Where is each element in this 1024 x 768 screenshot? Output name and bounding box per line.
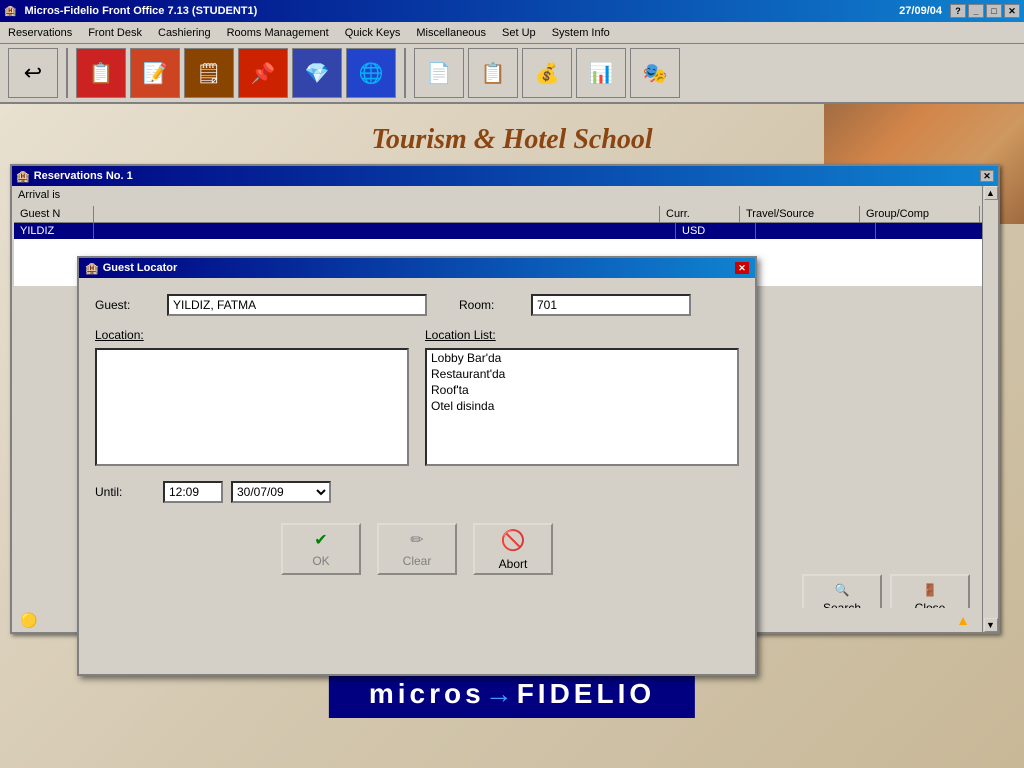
col-guest: Guest N xyxy=(14,206,94,222)
scroll-up-btn[interactable]: ▲ xyxy=(984,186,998,200)
guest-locator-content: Guest: Room: Location: Location List: xyxy=(79,278,755,591)
guest-input[interactable] xyxy=(167,294,427,316)
menu-system-info[interactable]: System Info xyxy=(548,25,614,41)
date-select[interactable]: 30/07/09 xyxy=(231,481,331,503)
toolbar-btn-back[interactable]: ↩ xyxy=(8,48,58,98)
cell-group xyxy=(876,223,996,239)
app-title: Micros-Fidelio Front Office 7.13 (STUDEN… xyxy=(24,5,257,17)
arrival-row: Arrival is xyxy=(12,186,998,204)
time-input[interactable] xyxy=(163,481,223,503)
clear-button[interactable]: ✏ Clear xyxy=(377,523,457,575)
until-label: Until: xyxy=(95,485,155,499)
guest-room-row: Guest: Room: xyxy=(95,294,739,316)
reservations-dialog-title: Reservations No. 1 xyxy=(34,170,133,182)
toolbar-btn-checkin[interactable]: 📝 xyxy=(130,48,180,98)
toolbar-btn-quickkeys[interactable]: 📌 xyxy=(238,48,288,98)
action-buttons: ✔ OK ✏ Clear 🚫 Abort xyxy=(95,523,739,575)
toolbar: ↩ 📋 📝 🗒 📌 💎 🌐 📄 📋 💰 📊 🎭 xyxy=(0,44,1024,104)
minimize-button[interactable]: _ xyxy=(968,4,984,18)
ok-label: OK xyxy=(312,554,329,568)
table-header: Guest N Curr. Travel/Source Group/Comp xyxy=(14,206,996,223)
location-col: Location: xyxy=(95,328,409,469)
toolbar-btn-checkout[interactable]: 🗒 xyxy=(184,48,234,98)
col-filler xyxy=(94,206,660,222)
app-icon: 🏨 xyxy=(4,6,16,17)
reservations-scrollbar[interactable]: ▲ ▼ xyxy=(982,186,998,632)
location-label: Location: xyxy=(95,328,409,342)
table-row[interactable]: YILDIZ USD xyxy=(14,223,996,239)
ok-button[interactable]: ✔ OK xyxy=(281,523,361,575)
toolbar-btn-misc[interactable]: 🎭 xyxy=(630,48,680,98)
menu-set-up[interactable]: Set Up xyxy=(498,25,540,41)
maximize-button[interactable]: □ xyxy=(986,4,1002,18)
toolbar-btn-cashier[interactable]: 💰 xyxy=(522,48,572,98)
app-date: 27/09/04 xyxy=(899,5,942,17)
arrival-label: Arrival is xyxy=(18,189,60,201)
menu-quick-keys[interactable]: Quick Keys xyxy=(341,25,405,41)
clear-label: Clear xyxy=(403,554,432,568)
guest-locator-close[interactable]: ✕ xyxy=(735,262,749,274)
cell-curr: USD xyxy=(676,223,756,239)
list-item-roof[interactable]: Roof'ta xyxy=(427,382,737,398)
menu-bar: Reservations Front Desk Cashiering Rooms… xyxy=(0,22,1024,44)
menu-cashiering[interactable]: Cashiering xyxy=(154,25,215,41)
toolbar-separator-1 xyxy=(66,48,68,98)
two-col-area: Location: Location List: Lobby Bar'da Re… xyxy=(95,328,739,469)
cell-guest: YILDIZ xyxy=(14,223,94,239)
location-list-label: Location List: xyxy=(425,328,739,342)
location-list-col: Location List: Lobby Bar'da Restaurant'd… xyxy=(425,328,739,469)
brand-text: micros→FIDELIO xyxy=(369,678,655,709)
toolbar-separator-2 xyxy=(404,48,406,98)
room-input[interactable] xyxy=(531,294,691,316)
list-item-outside[interactable]: Otel disinda xyxy=(427,398,737,414)
until-row: Until: 30/07/09 xyxy=(95,481,739,503)
indicator-triangle: ▲ xyxy=(956,612,970,628)
scroll-down-btn[interactable]: ▼ xyxy=(984,618,998,632)
app-window: 🏨 Micros-Fidelio Front Office 7.13 (STUD… xyxy=(0,0,1024,768)
brand-bar: micros→FIDELIO xyxy=(329,670,695,718)
cell-travel xyxy=(756,223,876,239)
guest-locator-icon: 🏨 xyxy=(85,262,99,275)
list-item-lobby[interactable]: Lobby Bar'da xyxy=(427,350,737,366)
guest-locator-title-bar: 🏨 Guest Locator ✕ xyxy=(79,258,755,278)
toolbar-btn-reports[interactable]: 📊 xyxy=(576,48,626,98)
col-group: Group/Comp xyxy=(860,206,980,222)
reservations-dialog: 🏨 Reservations No. 1 ✕ Arrival is Guest … xyxy=(10,164,1000,634)
clear-icon: ✏ xyxy=(410,530,423,550)
search-icon: 🔍 xyxy=(835,583,850,597)
guest-label: Guest: xyxy=(95,298,155,312)
menu-reservations[interactable]: Reservations xyxy=(4,25,76,41)
reservations-dialog-close[interactable]: ✕ xyxy=(980,170,994,182)
reservations-dialog-icon: 🏨 xyxy=(16,170,30,183)
toolbar-btn-diamond[interactable]: 💎 xyxy=(292,48,342,98)
close-res-icon: 🚪 xyxy=(923,583,938,597)
help-button[interactable]: ? xyxy=(950,4,966,18)
menu-miscellaneous[interactable]: Miscellaneous xyxy=(412,25,490,41)
toolbar-btn-reservations[interactable]: 📋 xyxy=(76,48,126,98)
ok-icon: ✔ xyxy=(314,530,327,550)
menu-rooms-management[interactable]: Rooms Management xyxy=(223,25,333,41)
col-curr: Curr. xyxy=(660,206,740,222)
title-bar: 🏨 Micros-Fidelio Front Office 7.13 (STUD… xyxy=(0,0,1024,22)
col-travel: Travel/Source xyxy=(740,206,860,222)
location-textarea[interactable] xyxy=(95,348,409,466)
menu-front-desk[interactable]: Front Desk xyxy=(84,25,146,41)
close-button[interactable]: ✕ xyxy=(1004,4,1020,18)
indicator-yellow: 🟡 xyxy=(20,612,37,629)
guest-locator-title-text: Guest Locator xyxy=(103,262,178,274)
location-list: Lobby Bar'da Restaurant'da Roof'ta Otel … xyxy=(425,348,739,466)
abort-icon: 🚫 xyxy=(501,528,526,553)
toolbar-btn-tasks[interactable]: 📋 xyxy=(468,48,518,98)
toolbar-btn-globe[interactable]: 🌐 xyxy=(346,48,396,98)
cell-filler xyxy=(94,223,676,239)
reservations-dialog-title-bar: 🏨 Reservations No. 1 ✕ xyxy=(12,166,998,186)
list-item-restaurant[interactable]: Restaurant'da xyxy=(427,366,737,382)
abort-button[interactable]: 🚫 Abort xyxy=(473,523,553,575)
room-label: Room: xyxy=(459,298,519,312)
abort-label: Abort xyxy=(499,557,528,571)
guest-locator-dialog: 🏨 Guest Locator ✕ Guest: Room: xyxy=(77,256,757,676)
main-content: Tourism & Hotel School micros→FIDELIO 🏨 … xyxy=(0,104,1024,768)
toolbar-btn-notes[interactable]: 📄 xyxy=(414,48,464,98)
